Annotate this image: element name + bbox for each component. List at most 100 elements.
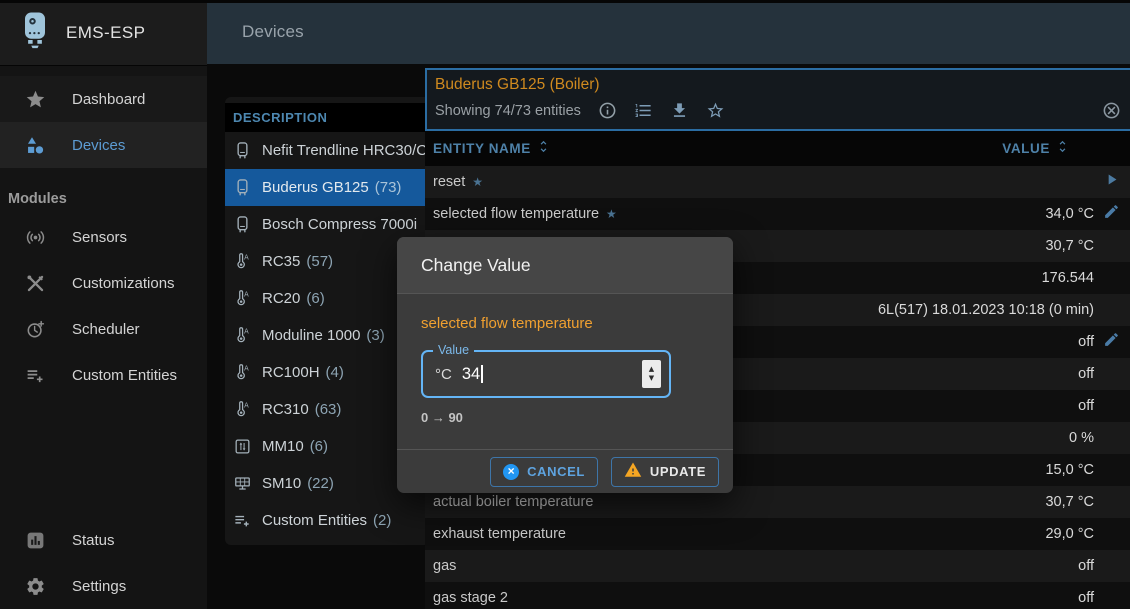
boiler-logo-icon [20,11,50,54]
svg-text:A: A [244,254,249,262]
showing-entities-text: Showing 74/73 entities [435,103,581,119]
device-count: (22) [307,475,334,492]
entity-name: gas stage 2 [433,590,508,606]
value-input[interactable]: Value °C 34 ▲ ▼ [421,350,671,398]
entity-value: 30,7 °C [1045,238,1094,254]
sort-by-value[interactable]: VALUE [1002,139,1070,159]
device-name: MM10 [262,438,304,455]
entity-value: 29,0 °C [1045,526,1094,542]
sort-by-entity-name[interactable]: ENTITY NAME [433,139,551,159]
device-name: RC20 [262,290,300,307]
entity-value: 6L(517) 18.01.2023 10:18 (0 min) [878,302,1094,318]
sidebar-item-label: Dashboard [72,91,145,108]
entity-row[interactable]: reset★ [425,166,1130,198]
favorite-star-icon: ★ [472,175,483,189]
run-command-icon[interactable] [1103,171,1120,193]
modules-section-label: Modules [8,191,67,207]
sidebar-item-scheduler[interactable]: Scheduler [0,306,207,352]
entity-name: exhaust temperature [433,526,566,542]
update-button-label: UPDATE [650,464,706,479]
entity-value: 34,0 °C [1045,206,1094,222]
schedule-clock-icon [24,318,46,340]
number-stepper[interactable]: ▲ ▼ [642,360,661,388]
sidebar-item-settings[interactable]: Settings [0,563,207,609]
stepper-up-icon[interactable]: ▲ [649,366,654,373]
entity-name: actual boiler temperature [433,494,593,510]
entity-value: off [1078,590,1094,606]
edit-pencil-icon[interactable] [1103,203,1120,225]
solar-device-icon [233,474,252,493]
page-title: Devices [242,22,304,42]
svg-text:A: A [244,402,249,410]
text-caret [481,365,483,383]
dialog-body: selected flow temperature Value °C 34 ▲ … [397,294,733,425]
sidebar-item-dashboard[interactable]: Dashboard [0,76,207,122]
svg-text:A: A [244,365,249,373]
device-name: RC100H [262,364,320,381]
entity-panel-title: Buderus GB125 (Boiler) [435,76,600,94]
favorite-star-icon: ★ [606,207,617,221]
star-icon [24,88,46,110]
entity-row[interactable]: gasoff [425,550,1130,582]
sensors-icon [24,226,46,248]
star-outline-icon[interactable] [706,101,725,120]
entity-row[interactable]: gas stage 2 off [425,582,1130,609]
entity-value: off [1078,366,1094,382]
device-row[interactable]: Buderus GB125(73) [225,169,430,206]
entity-action [1094,331,1130,353]
device-name: Bosch Compress 7000i [262,216,417,233]
device-row[interactable]: Custom Entities(2) [225,502,430,539]
thermostat-device-icon: A [233,363,252,382]
device-count: (57) [306,253,333,270]
entity-row[interactable]: selected flow temperature ★ 34,0 °C [425,198,1130,230]
playlist-add-icon [24,364,46,386]
boiler-device-icon [233,141,252,160]
entity-value: 176.544 [1042,270,1094,286]
sidebar-item-devices[interactable]: Devices [0,122,207,168]
sidebar-item-customizations[interactable]: Customizations [0,260,207,306]
sort-unfold-icon [1055,139,1070,159]
sidebar-item-custom-entities[interactable]: Custom Entities [0,352,207,398]
list-numbered-icon[interactable] [634,101,653,120]
device-count: (4) [326,364,344,381]
device-table-header[interactable]: DESCRIPTION [225,103,430,132]
entity-name: selected flow temperature [433,206,599,222]
download-icon[interactable] [670,101,689,120]
cancel-button-label: CANCEL [527,464,585,479]
entity-toolbar: Showing 74/73 entities [435,101,725,120]
entity-value: off [1078,334,1094,350]
close-icon[interactable] [1102,101,1121,120]
custom-device-icon [233,511,252,530]
ems-esp-app: EMS-ESP Dashboard Devices Modules [0,0,1130,609]
sidebar-item-label: Status [72,532,115,549]
cancel-button[interactable]: × CANCEL [490,457,598,487]
sidebar-item-label: Scheduler [72,321,140,338]
device-count: (63) [315,401,342,418]
device-count: (3) [366,327,384,344]
thermostat-device-icon: A [233,289,252,308]
thermostat-device-icon: A [233,252,252,271]
sidebar-item-status[interactable]: Status [0,517,207,563]
device-name: Custom Entities [262,512,367,529]
svg-text:A: A [244,291,249,299]
device-name: Buderus GB125 [262,179,369,196]
cancel-circle-icon: × [503,464,519,480]
edit-pencil-icon[interactable] [1103,331,1120,353]
boiler-device-icon [233,178,252,197]
entity-action [1094,171,1130,193]
thermostat-device-icon: A [233,400,252,419]
entity-value: off [1078,398,1094,414]
info-icon[interactable] [598,101,617,120]
entity-name-column-label: ENTITY NAME [433,141,531,156]
entity-value: 30,7 °C [1045,494,1094,510]
device-row[interactable]: Nefit Trendline HRC30/C [225,132,430,169]
device-name: RC35 [262,253,300,270]
device-count: (6) [306,290,324,307]
sidebar: EMS-ESP Dashboard Devices Modules [0,0,207,609]
sidebar-item-sensors[interactable]: Sensors [0,214,207,260]
stepper-down-icon[interactable]: ▼ [649,375,654,382]
svg-text:A: A [244,328,249,336]
dialog-title: Change Value [421,255,531,276]
entity-row[interactable]: exhaust temperature 29,0 °C [425,518,1130,550]
update-button[interactable]: UPDATE [611,457,719,487]
